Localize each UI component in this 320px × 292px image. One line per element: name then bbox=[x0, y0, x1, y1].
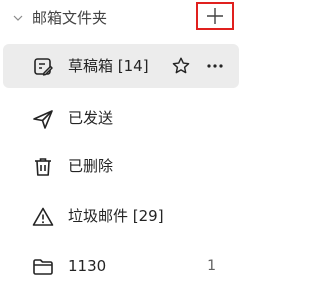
add-folder-button[interactable] bbox=[196, 2, 234, 30]
folder-icon bbox=[33, 259, 53, 275]
folder-label: 草稿箱 [14] bbox=[68, 57, 149, 75]
folder-item-1130[interactable]: 1130 1 bbox=[0, 244, 240, 288]
chevron-down-icon[interactable] bbox=[12, 12, 24, 24]
folder-label: 已发送 bbox=[68, 109, 114, 127]
folder-item-junk[interactable]: 垃圾邮件 [29] bbox=[0, 194, 240, 238]
folder-item-drafts[interactable]: 草稿箱 [14] bbox=[3, 44, 239, 88]
folder-label: 1130 bbox=[68, 257, 107, 275]
drafts-edit-icon bbox=[34, 58, 53, 76]
folder-item-sent[interactable]: 已发送 bbox=[0, 96, 240, 140]
more-options-icon[interactable] bbox=[205, 56, 225, 76]
trash-icon bbox=[35, 158, 51, 176]
star-icon[interactable] bbox=[171, 56, 191, 76]
mail-folders-panel: 邮箱文件夹 草稿箱 [14] 已发送 已删除 垃圾邮件 [29] 1130 1 bbox=[0, 0, 250, 292]
warning-icon bbox=[32, 207, 54, 226]
section-title: 邮箱文件夹 bbox=[32, 9, 108, 27]
plus-icon bbox=[207, 8, 223, 24]
folder-label: 已删除 bbox=[68, 157, 114, 175]
send-icon bbox=[33, 110, 53, 129]
unread-count: 1 bbox=[207, 258, 216, 274]
folder-item-deleted[interactable]: 已删除 bbox=[0, 144, 240, 188]
folders-section-header[interactable]: 邮箱文件夹 bbox=[0, 0, 250, 38]
folder-label: 垃圾邮件 [29] bbox=[68, 207, 164, 225]
